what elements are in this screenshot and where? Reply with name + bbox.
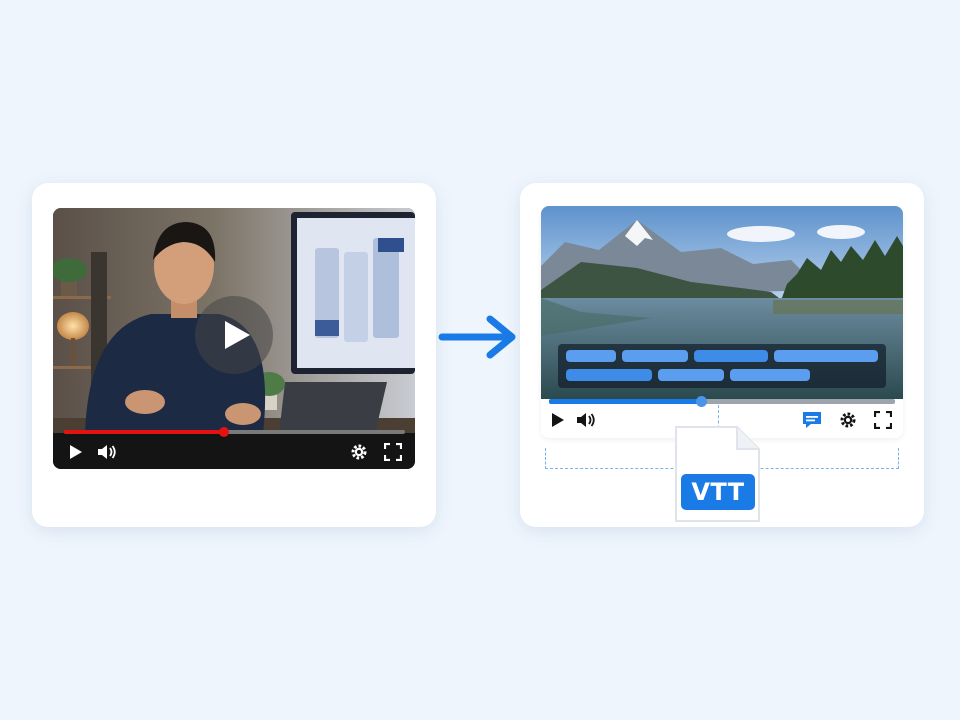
settings-gear-icon[interactable]	[839, 411, 857, 429]
volume-icon[interactable]	[97, 444, 117, 460]
caption-line	[694, 350, 768, 362]
caption-overlay	[558, 344, 886, 388]
progress-scrubber[interactable]	[695, 396, 707, 407]
center-play-icon	[225, 321, 250, 349]
captions-icon[interactable]	[801, 410, 823, 430]
progress-fill	[549, 399, 702, 404]
captioned-video-player[interactable]	[541, 206, 903, 438]
vtt-file: VTT	[673, 424, 763, 524]
source-video-player[interactable]	[53, 208, 415, 469]
progress-fill	[64, 430, 225, 434]
fullscreen-icon[interactable]	[384, 443, 402, 461]
center-play-button[interactable]	[195, 296, 273, 374]
play-icon[interactable]	[550, 412, 566, 428]
source-video-card	[32, 183, 436, 527]
captioned-video-card: VTT	[520, 183, 924, 527]
fullscreen-icon[interactable]	[874, 411, 892, 429]
caption-line	[658, 369, 724, 381]
caption-line	[622, 350, 688, 362]
volume-icon[interactable]	[576, 412, 596, 428]
settings-gear-icon[interactable]	[350, 443, 368, 461]
vtt-format-label: VTT	[681, 474, 755, 510]
convert-arrow-icon	[438, 315, 516, 359]
caption-line	[730, 369, 810, 381]
play-icon[interactable]	[68, 444, 84, 460]
caption-line	[774, 350, 878, 362]
caption-line	[566, 369, 652, 381]
caption-line	[566, 350, 616, 362]
